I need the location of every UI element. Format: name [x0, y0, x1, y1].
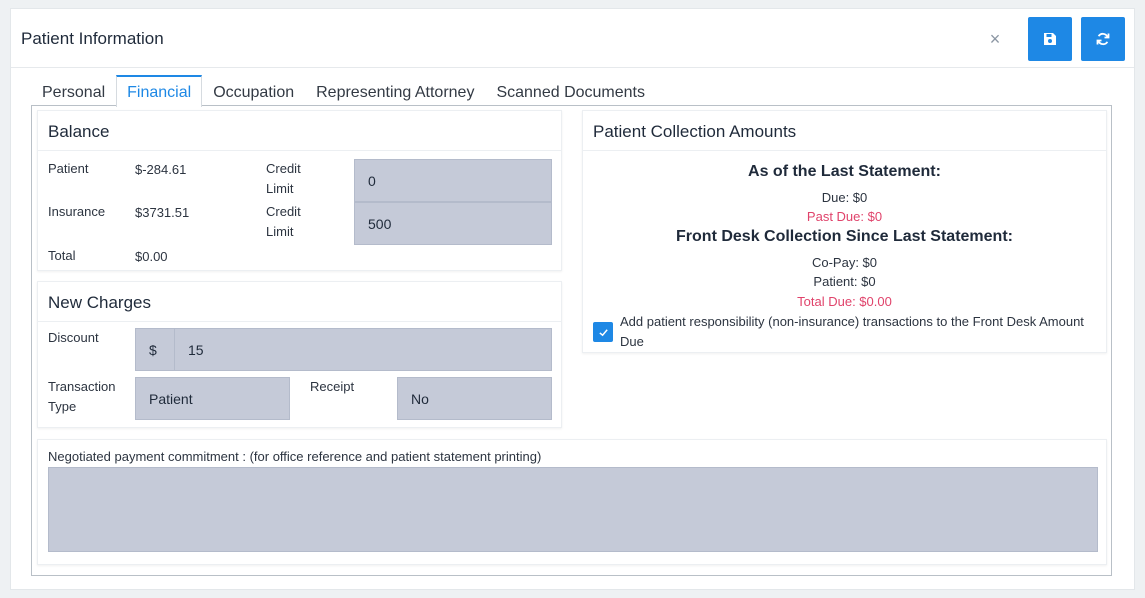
- patient-amount: Patient: $0: [813, 274, 876, 289]
- tab-scanned-documents[interactable]: Scanned Documents: [485, 75, 656, 106]
- front-desk-heading: Front Desk Collection Since Last Stateme…: [676, 228, 1013, 245]
- total-due-amount: Total Due: $0.00: [797, 294, 892, 309]
- credit-limit-field[interactable]: 0: [354, 159, 552, 202]
- financial-tab-panel: Balance Patient $-284.61 Credit Limit 0 …: [31, 105, 1112, 576]
- tab-occupation[interactable]: Occupation: [202, 75, 305, 106]
- balance-title: Balance: [48, 122, 110, 141]
- receipt-select[interactable]: No: [397, 377, 552, 420]
- divider: [38, 150, 561, 151]
- credit-limit-field[interactable]: 500: [354, 202, 552, 245]
- save-icon: [1044, 33, 1056, 45]
- credit-limit-label: Credit Limit: [266, 161, 301, 196]
- total-balance-label: Total: [48, 248, 76, 263]
- discount-label: Discount: [48, 330, 99, 345]
- last-statement-heading: As of the Last Statement:: [748, 163, 941, 180]
- patient-balance-label: Patient: [48, 161, 89, 176]
- tab-personal[interactable]: Personal: [31, 75, 116, 106]
- insurance-balance-value: $3731.51: [135, 205, 190, 220]
- discount-input[interactable]: 15: [174, 328, 552, 371]
- tab-representing-attorney[interactable]: Representing Attorney: [305, 75, 485, 106]
- tab-financial[interactable]: Financial: [116, 75, 203, 107]
- check-icon: [598, 328, 608, 336]
- credit-limit-label: Credit Limit: [266, 204, 301, 239]
- payment-commitment-textarea[interactable]: [48, 467, 1098, 552]
- receipt-label: Receipt: [310, 379, 355, 394]
- patient-collection-title: Patient Collection Amounts: [593, 122, 797, 141]
- total-balance-value: $0.00: [135, 249, 168, 264]
- refresh-button[interactable]: [1081, 17, 1125, 61]
- patient-information-window: Patient Information × Personal Financial…: [10, 8, 1135, 590]
- balance-card: Balance Patient $-284.61 Credit Limit 0 …: [37, 110, 562, 271]
- due-amount: Due: $0: [821, 190, 868, 205]
- new-charges-card: New Charges Discount $ 15 Transaction Ty…: [37, 281, 562, 428]
- patient-collection-card: Patient Collection Amounts As of the Las…: [582, 110, 1107, 353]
- divider: [38, 321, 561, 322]
- payment-commitment-label: Negotiated payment commitment : (for off…: [48, 449, 542, 464]
- window-header: Patient Information ×: [11, 9, 1134, 68]
- refresh-icon: [1096, 32, 1110, 46]
- tab-bar: Personal Financial Occupation Representi…: [31, 75, 656, 107]
- window-title: Patient Information: [21, 29, 164, 48]
- save-button[interactable]: [1028, 17, 1072, 61]
- new-charges-title: New Charges: [48, 293, 151, 312]
- patient-balance-value: $-284.61: [135, 162, 187, 177]
- close-icon[interactable]: ×: [988, 29, 1002, 49]
- add-patient-responsibility-checkbox[interactable]: [593, 322, 613, 342]
- payment-commitment-card: Negotiated payment commitment : (for off…: [37, 439, 1107, 565]
- past-due-amount: Past Due: $0: [806, 209, 883, 224]
- divider: [583, 150, 1106, 151]
- discount-currency-prefix: $: [135, 328, 175, 371]
- copay-amount: Co-Pay: $0: [811, 255, 878, 270]
- add-patient-responsibility-label: Add patient responsibility (non-insuranc…: [620, 314, 1084, 349]
- insurance-balance-label: Insurance: [48, 204, 106, 219]
- transaction-type-label: Transaction Type: [48, 379, 116, 414]
- transaction-type-select[interactable]: Patient: [135, 377, 290, 420]
